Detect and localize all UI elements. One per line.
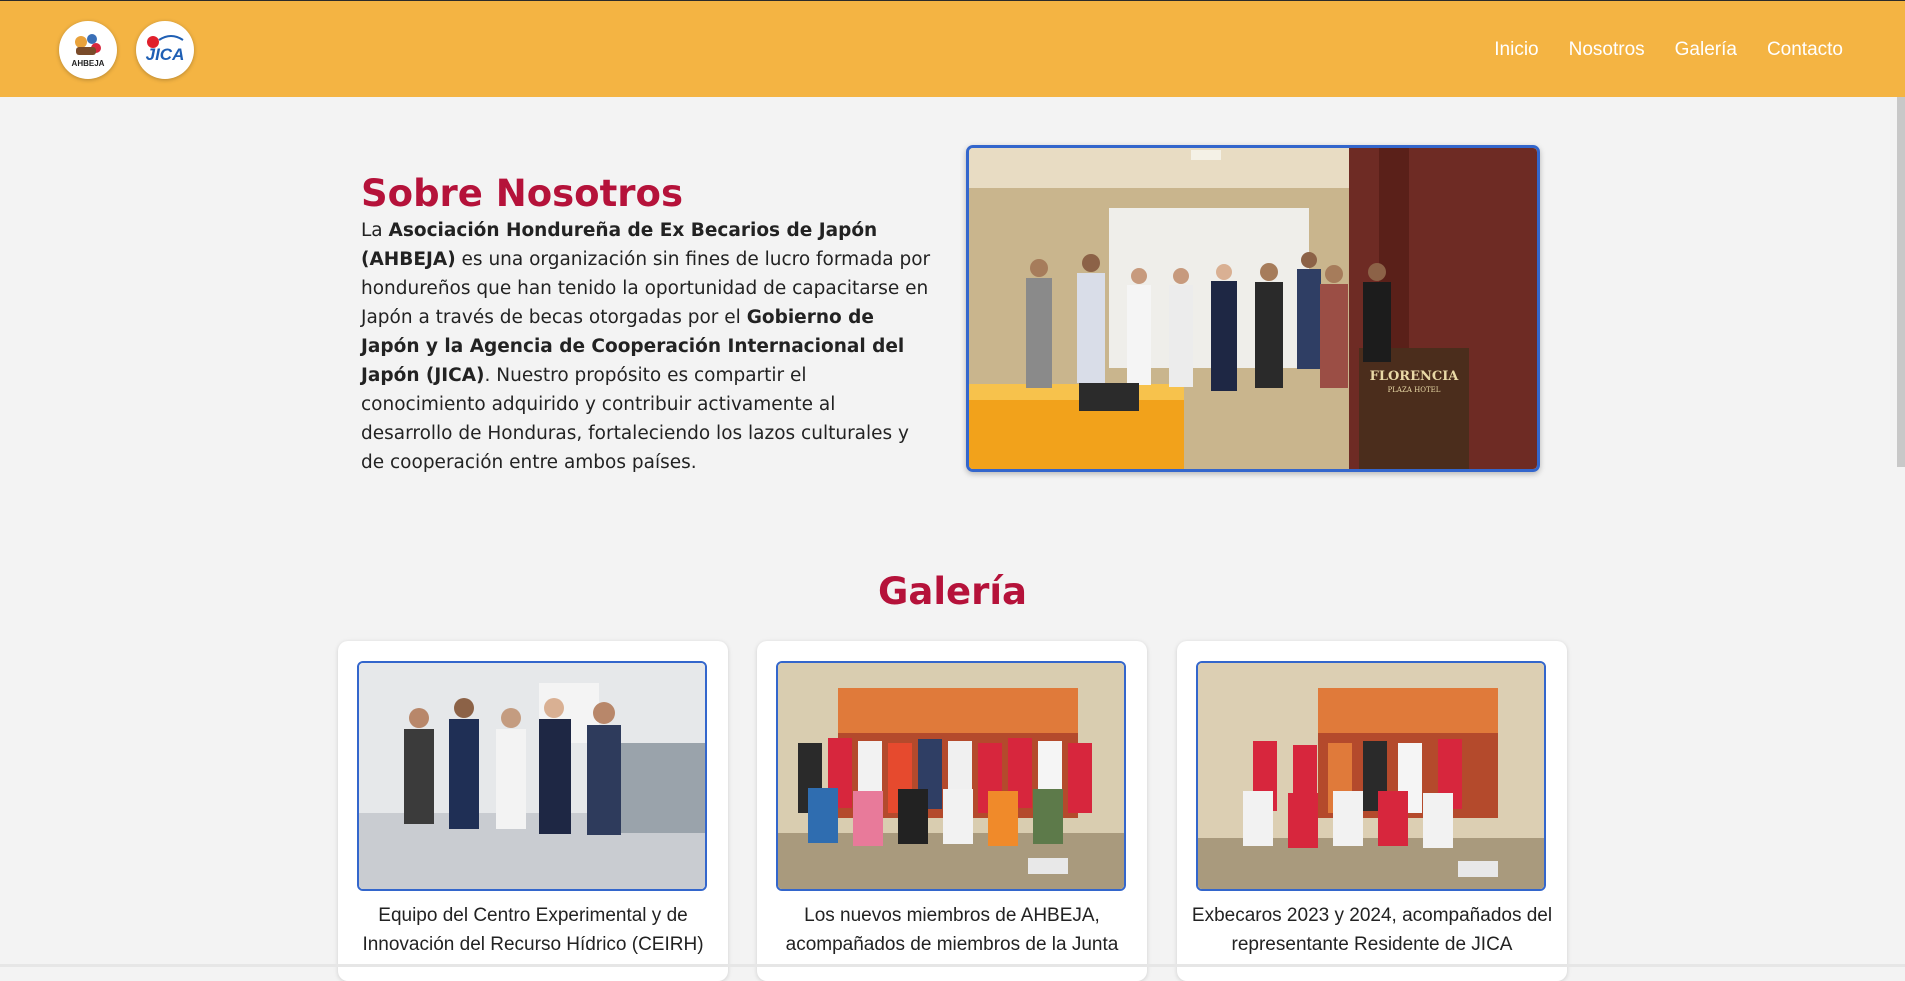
gallery-photo-ceirh[interactable] [357,661,707,891]
ahbeja-logo-icon[interactable]: AHBEJA [59,21,117,79]
about-text-1: La [361,220,389,241]
nav-link-nosotros[interactable]: Nosotros [1569,39,1645,61]
nav-links: Inicio Nosotros Galería Contacto [1494,39,1843,61]
gallery-caption: Los nuevos miembros de AHBEJA, acompañad… [785,905,1119,955]
gallery-caption: Exbecaros 2023 y 2024, acompañados del r… [1191,905,1553,955]
navbar: AHBEJA JICA Inicio Nosotros Galería Cont… [0,0,1905,97]
about-paragraph: La Asociación Hondureña de Ex Becarios d… [361,216,931,477]
gallery-card[interactable]: Exbecaros 2023 y 2024, acompañados del r… [1177,641,1567,981]
jica-logo-text: JICA [146,45,185,64]
gallery-photo-nuevos-miembros[interactable] [776,661,1126,891]
gallery-card[interactable]: Equipo del Centro Experimental y de Inno… [338,641,728,981]
scrollbar[interactable] [1897,97,1905,467]
florencia-sign-text: FLORENCIA [1370,369,1460,384]
gallery-title: Galería [877,570,1027,613]
gallery-caption: Equipo del Centro Experimental y de Inno… [362,905,704,955]
nav-link-inicio[interactable]: Inicio [1494,39,1538,61]
nav-link-contacto[interactable]: Contacto [1767,39,1843,61]
gallery-photo-exbecarios[interactable] [1196,661,1546,891]
about-group-photo: FLORENCIA PLAZA HOTEL [966,145,1540,472]
about-title: Sobre Nosotros [361,172,683,215]
gallery-card[interactable]: Los nuevos miembros de AHBEJA, acompañad… [757,641,1147,981]
plaza-hotel-sign-text: PLAZA HOTEL [1388,386,1441,394]
nav-link-galeria[interactable]: Galería [1675,39,1737,61]
ahbeja-logo-text: AHBEJA [72,59,105,68]
jica-logo-icon[interactable]: JICA [136,21,194,79]
